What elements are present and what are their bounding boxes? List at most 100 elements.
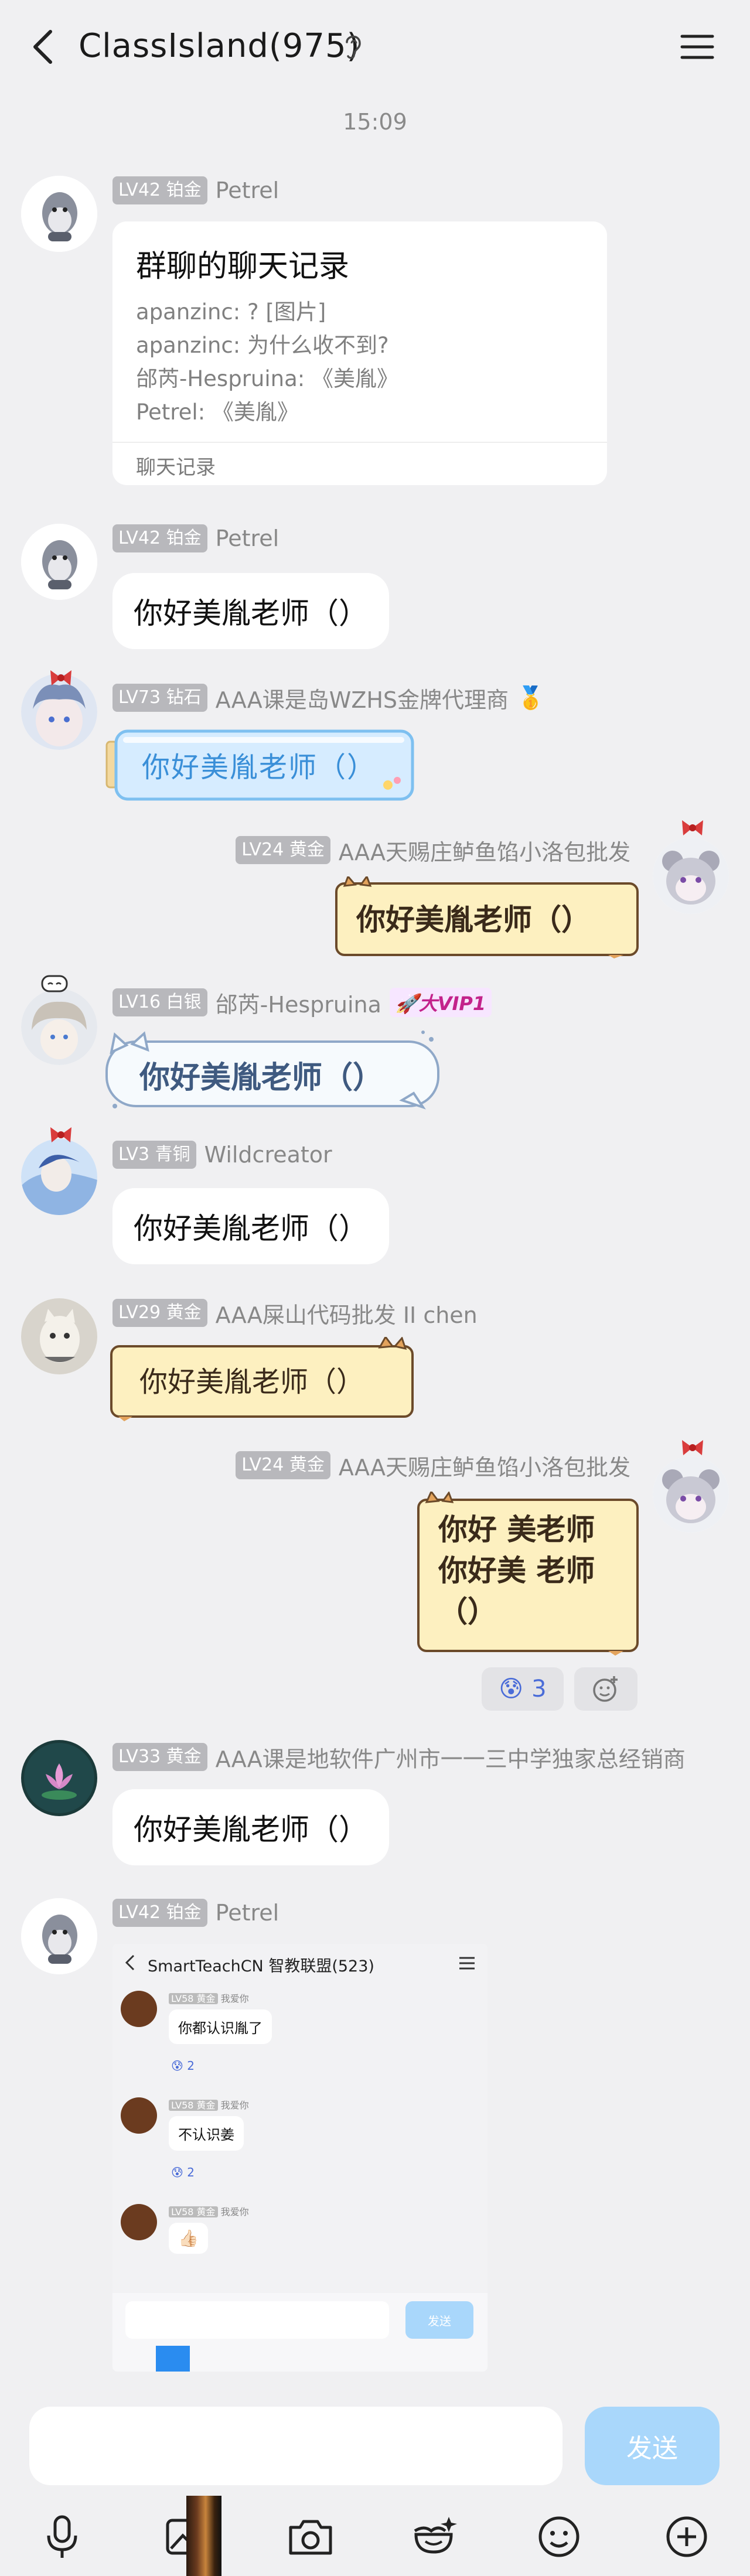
bow-icon [680,1438,705,1460]
sender-meta: LV16 白银 邰芮-Hespruina 🚀大VIP1 [112,987,492,1019]
mic-button[interactable] [33,2507,91,2566]
avatar [121,2097,157,2134]
sender-meta: LV58 黄金 我爱你 [169,2097,249,2111]
hamburger-icon [459,1957,475,1970]
back-button[interactable] [22,23,69,70]
sticker-icon [414,2517,457,2554]
screenshot-input-area: 发送 [112,2293,488,2372]
sender-meta: LV3 青铜 Wildcreator [112,1140,332,1169]
camera-button[interactable] [281,2507,340,2566]
level-badge: LV42 铂金 [112,176,207,204]
image-message[interactable]: SmartTeachCN 智教联盟(523) LV58 黄金 我爱你 你都认识胤… [112,1944,488,2372]
message-bubble[interactable]: 你好美胤老师（） [112,1188,389,1264]
avatar[interactable] [21,989,97,1065]
screenshot-message: LV58 黄金 我爱你 你都认识胤了 😰 2 [112,1991,488,2084]
avatar[interactable] [21,176,97,252]
plus-button[interactable] [657,2507,716,2566]
chat-title[interactable]: ClassIsland(975) [79,27,360,65]
screenshot-title: SmartTeachCN 智教联盟(523) [148,1957,374,1975]
message-bubble[interactable]: 你好美胤老师（） [112,573,389,649]
message-bubble[interactable]: 你好美胤老师（） [97,1024,445,1113]
message-item: LV42 铂金 Petrel SmartTeachCN 智教联盟(523) LV… [0,1898,750,2384]
message-bubble: 不认识姜 [169,2116,244,2151]
screenshot-message: LV58 黄金 我爱你 不认识姜 😰 2 [112,2097,488,2191]
chevron-left-icon [125,1954,135,1971]
avatar[interactable] [21,1139,97,1215]
sender-meta: LV33 黄金 AAA课是地软件广州市一一三中学独家总经销商 [112,1742,686,1772]
level-badge: LV16 白银 [112,988,207,1016]
message-item: LV33 黄金 AAA课是地软件广州市一一三中学独家总经销商 你好美胤老师（） [0,1736,750,1877]
sender-meta: LV24 黄金 AAA天赐庄鲈鱼馅小洛包批发 [236,1451,630,1480]
cat-ear-icon [40,973,69,995]
sender-meta: LV42 铂金 Petrel [112,176,279,205]
screenshot-selection-block [156,2346,190,2372]
sender-meta: LV42 铂金 Petrel [112,524,279,553]
sender-name[interactable]: Petrel [216,526,279,551]
avatar[interactable] [21,1740,97,1816]
sender-meta: LV42 铂金 Petrel [112,1898,279,1927]
fearful-emoji-icon: 😰 [499,1676,524,1702]
card-divider [112,442,607,443]
message-item: LV24 黄金 AAA天赐庄鲈鱼馅小洛包批发 你好美胤老师（） [0,818,750,964]
message-item: LV3 青铜 Wildcreator 你好美胤老师（） [0,1125,750,1265]
card-line: 邰芮-Hespruina: 《美胤》 [136,366,398,391]
menu-button[interactable] [674,23,721,70]
timestamp: 15:09 [343,109,407,135]
sender-name[interactable]: AAA课是岛WZHS金牌代理商 [216,682,509,714]
sender-name[interactable]: AAA课是地软件广州市一一三中学独家总经销商 [216,1741,686,1773]
sender-meta: LV73 钻石 AAA课是岛WZHS金牌代理商 🥇 [112,682,545,714]
level-badge: LV58 黄金 [169,1993,218,2004]
sticker-button[interactable] [405,2507,464,2566]
avatar[interactable] [21,524,97,600]
bow-icon [48,1125,74,1147]
mic-icon [47,2515,77,2558]
avatar[interactable] [21,1898,97,1974]
chevron-left-icon [33,30,52,64]
message-text: 你好美胤老师（） [139,1366,365,1398]
vip-label: 大VIP1 [418,992,486,1015]
avatar[interactable] [653,838,729,914]
message-bubble[interactable]: 你好美胤老师（） [333,876,641,958]
sender-name[interactable]: AAA屎山代码批发 II chen [216,1297,478,1329]
message-bubble[interactable]: 你好美胤老师（） [112,1789,389,1865]
avatar[interactable] [653,1456,729,1533]
message-input[interactable] [29,2407,562,2485]
vip-icon: 🚀 [395,992,419,1015]
card-title: 群聊的聊天记录 [136,249,350,284]
message-bubble[interactable]: 你好 美老师 你好美 老师 （） [415,1492,641,1656]
chat-screen: ClassIsland(975) 15:09 LV42 铂金 Petrel 群聊… [0,0,750,2576]
reaction-chip[interactable]: 😰 3 [482,1667,564,1711]
sender-name: 我爱你 [220,2100,249,2111]
message-bubble[interactable]: 你好美胤老师（） [105,1337,418,1421]
level-badge: LV24 黄金 [236,1451,330,1479]
message-text: 你好美胤老师（） [356,903,591,937]
level-badge: LV58 黄金 [169,2100,218,2111]
level-badge: LV29 黄金 [112,1299,207,1327]
card-line: apanzinc: ? [图片] [136,299,326,325]
screenshot-send-button: 发送 [405,2301,473,2339]
level-badge: LV33 黄金 [112,1743,207,1771]
card-footer: 聊天记录 [136,456,216,479]
message-text: 你好美胤老师（） [142,751,377,784]
avatar[interactable] [21,1298,97,1374]
sender-name[interactable]: Petrel [216,1900,279,1926]
add-reaction-button[interactable] [574,1667,638,1711]
level-badge: LV3 青铜 [112,1141,196,1169]
message-item: LV73 钻石 AAA课是岛WZHS金牌代理商 🥇 你好美胤老师（） [0,668,750,808]
medal-icon: 🥇 [517,684,545,711]
message-bubble[interactable]: 你好美胤老师（） [105,726,416,803]
hamburger-icon [680,35,714,59]
level-badge: LV24 黄金 [236,836,330,864]
sender-name[interactable]: 邰芮-Hespruina [216,987,381,1019]
sender-name[interactable]: AAA天赐庄鲈鱼馅小洛包批发 [339,834,630,866]
sender-name[interactable]: Wildcreator [204,1142,332,1168]
send-button[interactable]: 发送 [585,2407,720,2485]
chat-record-card[interactable]: 群聊的聊天记录 apanzinc: ? [图片] apanzinc: 为什么收不… [112,221,607,485]
emoji-button[interactable] [530,2507,588,2566]
sender-name[interactable]: Petrel [216,178,279,203]
level-badge: LV73 钻石 [112,684,207,712]
level-badge: LV42 铂金 [112,524,207,552]
reaction-chip: 😰 2 [171,2165,195,2179]
sender-name[interactable]: AAA天赐庄鲈鱼馅小洛包批发 [339,1449,630,1482]
message-item: LV24 黄金 AAA天赐庄鲈鱼馅小洛包批发 你好 美老师 你好美 老师 （） … [0,1433,750,1726]
